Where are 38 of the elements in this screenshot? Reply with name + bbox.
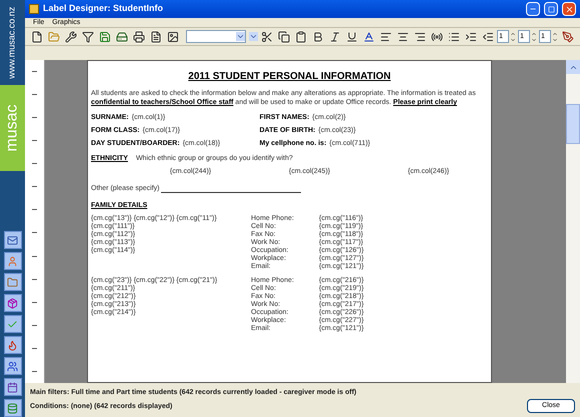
minimize-button[interactable] (526, 2, 540, 16)
folder-icon (7, 276, 18, 288)
database-icon (7, 402, 18, 414)
person-icon (7, 256, 18, 266)
app-shortcut[interactable] (4, 378, 22, 396)
close-button[interactable] (562, 2, 576, 16)
scroll-up-icon[interactable] (566, 60, 580, 74)
dropdown-arrow-icon (236, 32, 246, 41)
app-shortcut[interactable] (4, 231, 22, 249)
font-size-combo[interactable] (247, 30, 258, 43)
app-shortcut[interactable] (4, 336, 22, 354)
pen-icon[interactable] (560, 28, 576, 44)
scroll-thumb[interactable] (566, 104, 580, 144)
close-icon (564, 4, 574, 14)
app-shortcut[interactable] (4, 252, 22, 270)
print-icon[interactable] (131, 28, 147, 44)
copy-icon[interactable] (276, 28, 292, 44)
logo-text: musac (2, 104, 22, 152)
tools-icon[interactable] (63, 28, 79, 44)
people-icon (7, 360, 18, 372)
calendar-icon (7, 382, 18, 392)
maximize-button[interactable] (544, 2, 558, 16)
box-icon (7, 298, 18, 308)
maximize-icon (548, 6, 554, 12)
envelope-icon (7, 234, 18, 246)
app-shortcut[interactable] (4, 273, 22, 291)
app-shortcut[interactable] (4, 357, 22, 375)
app-icon (29, 4, 39, 14)
website-url: www.musac.co.nz (6, 6, 18, 78)
app-shortcut[interactable] (4, 294, 22, 312)
document-heading: 2011 STUDENT PERSONAL INFORMATION (187, 71, 392, 83)
app-shortcut[interactable] (4, 399, 22, 417)
font-name-combo[interactable] (186, 30, 246, 43)
checkmark-icon (7, 318, 18, 330)
flame-icon (7, 340, 18, 350)
app-shortcut[interactable] (4, 315, 22, 333)
window-title: Label Designer: StudentInfo (43, 2, 164, 16)
dropdown-arrow-icon (249, 32, 258, 41)
